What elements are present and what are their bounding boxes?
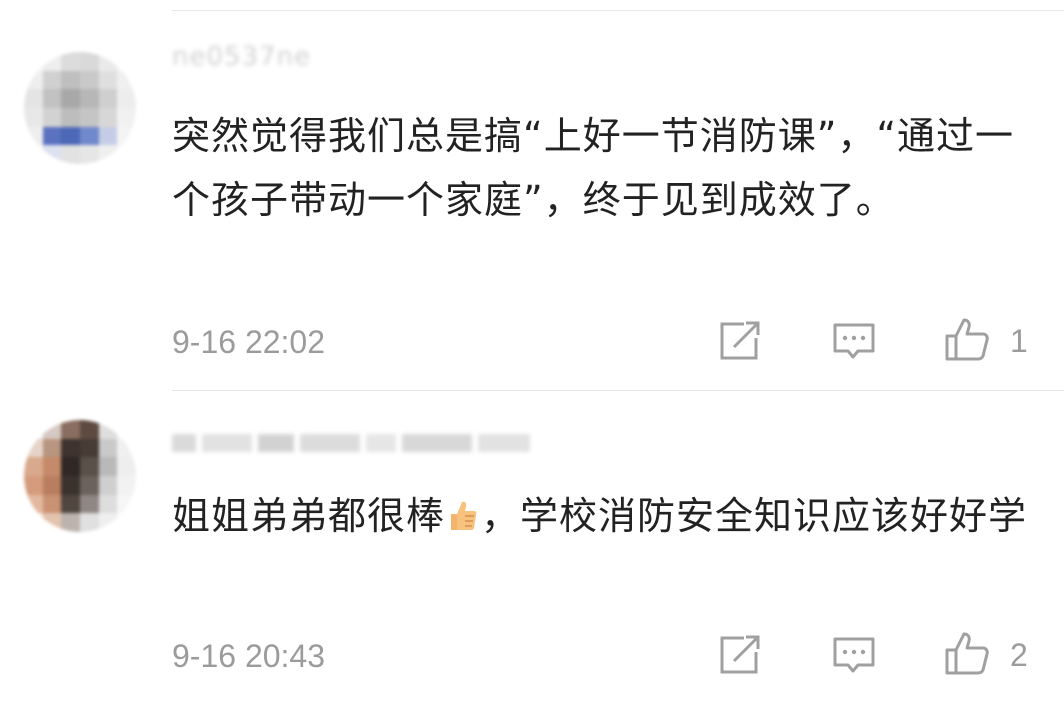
username[interactable]: ne0537ne (172, 42, 311, 72)
like-button[interactable]: 1 (944, 316, 1028, 366)
avatar[interactable] (24, 420, 136, 532)
like-button[interactable]: 2 (944, 630, 1028, 680)
comment-timestamp: 9-16 20:43 (172, 638, 326, 674)
thumbs-up-emoji (447, 488, 479, 530)
reply-button[interactable] (832, 636, 876, 680)
comment-text-part: ，学校消防安全知识应该好好学 (481, 494, 1028, 538)
comment-text: 姐姐弟弟都很棒 ，学校消防安全知识应该好好学 (172, 484, 1042, 548)
thumbs-up-icon (944, 316, 990, 366)
top-divider (172, 10, 1064, 11)
share-button[interactable] (718, 634, 762, 680)
comment-divider (172, 390, 1064, 391)
share-icon (718, 634, 762, 680)
comment-timestamp: 9-16 22:02 (172, 324, 326, 360)
share-button[interactable] (718, 320, 762, 366)
comment-icon (832, 322, 876, 366)
reply-button[interactable] (832, 322, 876, 366)
avatar[interactable] (24, 52, 136, 164)
comment-text-part: 姐姐弟弟都很棒 (172, 494, 446, 538)
share-icon (718, 320, 762, 366)
username[interactable] (172, 432, 530, 454)
comment-list: ne0537ne 突然觉得我们总是搞“上好一节消防课”，“通过一个孩子带动一个家… (0, 0, 1064, 706)
thumbs-up-icon (944, 630, 990, 680)
like-count: 2 (1010, 636, 1028, 673)
comment-icon (832, 636, 876, 680)
comment-text: 突然觉得我们总是搞“上好一节消防课”，“通过一个孩子带动一个家庭”，终于见到成效… (172, 114, 1015, 222)
like-count: 1 (1010, 322, 1028, 359)
